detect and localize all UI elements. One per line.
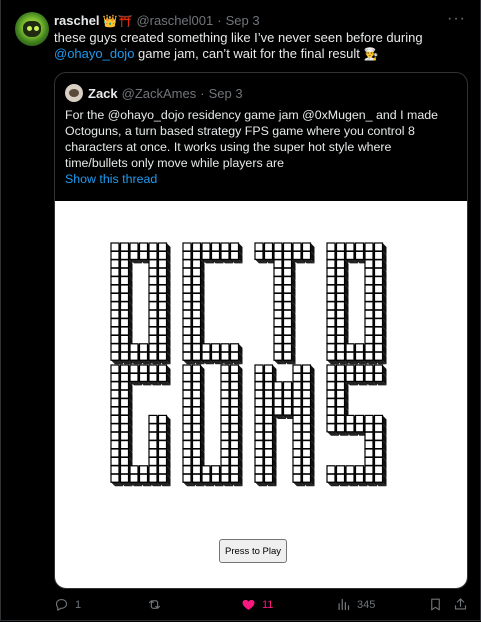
author-handle[interactable]: @raschel001 bbox=[136, 13, 213, 28]
quoted-post-header: Zack @ZackAmes · Sep 3 bbox=[65, 84, 243, 102]
post-text-end: game jam, can’t wait for the final resul… bbox=[134, 46, 364, 61]
post-header: raschel 👑⛩️ @raschel001 · Sep 3 bbox=[54, 13, 260, 28]
more-options-button[interactable]: ··· bbox=[447, 10, 466, 28]
press-to-play-button[interactable]: Press to Play bbox=[219, 539, 287, 563]
avatar-eye-right bbox=[34, 26, 39, 31]
logo-letter-n bbox=[254, 364, 315, 487]
chef-emoji: 👨‍🍳 bbox=[363, 47, 379, 61]
author-name[interactable]: raschel bbox=[54, 13, 100, 28]
post-text: these guys created something like I’ve n… bbox=[54, 30, 454, 62]
quoted-post-date[interactable]: Sep 3 bbox=[209, 86, 243, 101]
author-avatar[interactable] bbox=[15, 12, 49, 46]
post-text-start: these guys created something like I’ve n… bbox=[54, 30, 423, 45]
quoted-avatar-figure bbox=[69, 89, 79, 97]
reply-count: 1 bbox=[75, 598, 82, 611]
action-bar: 1 11 345 bbox=[54, 597, 474, 615]
analytics-icon bbox=[338, 598, 350, 611]
repost-button[interactable] bbox=[147, 597, 162, 612]
like-count: 11 bbox=[262, 598, 274, 611]
logo-letter-s bbox=[326, 364, 387, 487]
reply-button[interactable]: 1 bbox=[54, 597, 81, 612]
reply-icon bbox=[55, 598, 68, 611]
logo-letter-o bbox=[110, 242, 171, 365]
quoted-author-name[interactable]: Zack bbox=[88, 86, 118, 101]
like-button[interactable]: 11 bbox=[241, 597, 273, 612]
tweet-card: raschel 👑⛩️ @raschel001 · Sep 3 ··· thes… bbox=[0, 0, 481, 621]
logo-letter-u bbox=[182, 364, 243, 487]
bookmark-button[interactable] bbox=[428, 597, 443, 612]
mention-link[interactable]: @ohayo_dojo bbox=[54, 46, 134, 61]
views-count: 345 bbox=[357, 598, 376, 611]
quoted-dot-separator: · bbox=[200, 85, 205, 101]
heart-icon bbox=[242, 599, 255, 610]
author-emoji: 👑⛩️ bbox=[102, 13, 133, 28]
views-button[interactable]: 345 bbox=[336, 597, 375, 612]
quoted-post[interactable]: Zack @ZackAmes · Sep 3 For the @ohayo_do… bbox=[54, 72, 468, 589]
quoted-author-avatar[interactable] bbox=[65, 84, 83, 102]
avatar-eye-left bbox=[27, 26, 32, 31]
share-button[interactable] bbox=[453, 597, 468, 612]
share-icon bbox=[454, 598, 467, 610]
quoted-author-handle[interactable]: @ZackAmes bbox=[122, 86, 197, 101]
bookmark-icon bbox=[431, 598, 440, 611]
logo-letter-t bbox=[254, 242, 315, 365]
quoted-post-text: For the @ohayo_dojo residency game jam @… bbox=[65, 108, 438, 170]
logo-letter-c bbox=[182, 242, 243, 365]
show-thread-link[interactable]: Show this thread bbox=[65, 172, 157, 186]
repost-icon bbox=[148, 600, 161, 609]
dot-separator: · bbox=[217, 13, 222, 28]
logo-letter-o bbox=[326, 242, 387, 365]
game-embed[interactable]: Press to Play bbox=[55, 201, 467, 588]
logo-letter-g bbox=[110, 364, 171, 487]
octoguns-logo bbox=[110, 242, 387, 487]
post-date[interactable]: Sep 3 bbox=[226, 13, 260, 28]
